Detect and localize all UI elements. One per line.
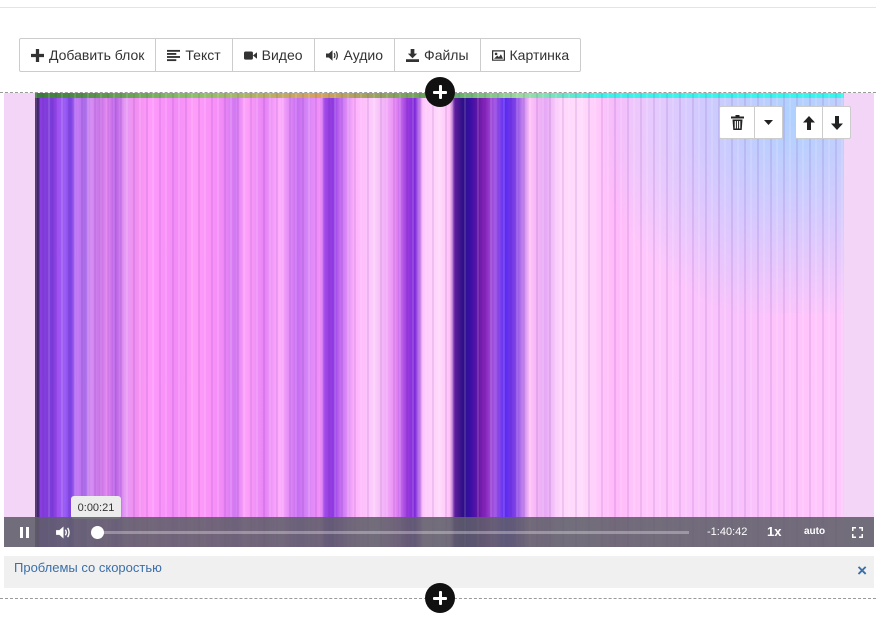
remaining-time: -1:40:42 — [707, 526, 748, 538]
text-block-partial — [19, 611, 879, 620]
audio-button[interactable]: Аудио — [315, 39, 396, 71]
files-label: Файлы — [424, 47, 469, 63]
arrow-up-icon — [803, 115, 815, 130]
insert-block-button-top[interactable] — [425, 77, 455, 107]
insert-block-button-bottom[interactable] — [425, 583, 455, 613]
video-control-bar: -1:40:42 1x auto — [4, 517, 874, 547]
pause-icon — [19, 526, 29, 538]
move-block-up-button[interactable] — [796, 107, 823, 138]
delete-block-button[interactable] — [720, 107, 755, 138]
video-frame[interactable] — [35, 93, 844, 547]
pause-button[interactable] — [11, 517, 37, 547]
image-button[interactable]: Картинка — [481, 39, 581, 71]
align-left-icon — [167, 49, 181, 61]
top-divider — [0, 7, 876, 8]
add-block-button[interactable]: Добавить блок — [20, 39, 157, 71]
block-delete-group — [719, 106, 783, 139]
fullscreen-button[interactable] — [844, 517, 870, 547]
arrow-down-icon — [830, 115, 843, 130]
files-button[interactable]: Файлы — [395, 39, 481, 71]
quality-button[interactable]: auto — [804, 517, 825, 547]
video-block: 0:00:21 -1:40:42 1x auto — [4, 93, 874, 547]
add-block-toolbar: Добавить блок Текст Видео Аудио Файлы Ка… — [19, 38, 582, 72]
editor-page: Добавить блок Текст Видео Аудио Файлы Ка… — [0, 0, 889, 620]
caret-down-icon — [764, 120, 773, 125]
seek-time-tooltip: 0:00:21 — [71, 496, 121, 519]
video-button[interactable]: Видео — [233, 39, 315, 71]
fullscreen-icon — [851, 526, 863, 538]
seek-bar[interactable] — [91, 526, 689, 539]
audio-label: Аудио — [343, 47, 384, 63]
video-label: Видео — [261, 47, 303, 63]
add-block-label: Добавить блок — [49, 47, 145, 63]
plus-icon — [31, 48, 44, 62]
volume-icon — [55, 525, 70, 539]
download-icon — [406, 48, 420, 62]
image-label: Картинка — [509, 47, 570, 63]
mute-button[interactable] — [50, 517, 76, 547]
block-move-group — [795, 106, 851, 139]
volume-icon — [325, 49, 338, 61]
text-button[interactable]: Текст — [156, 39, 233, 71]
move-block-down-button[interactable] — [823, 107, 850, 138]
picture-icon — [491, 49, 505, 61]
seek-bar-handle[interactable] — [91, 526, 105, 539]
video-camera-icon — [243, 50, 257, 60]
block-options-dropdown[interactable] — [755, 107, 782, 138]
text-label: Текст — [185, 47, 221, 63]
close-icon[interactable]: × — [857, 561, 867, 581]
trash-icon — [730, 115, 744, 130]
playback-rate-button[interactable]: 1x — [767, 517, 781, 547]
speed-problems-link[interactable]: Проблемы со скоростью — [14, 560, 162, 575]
